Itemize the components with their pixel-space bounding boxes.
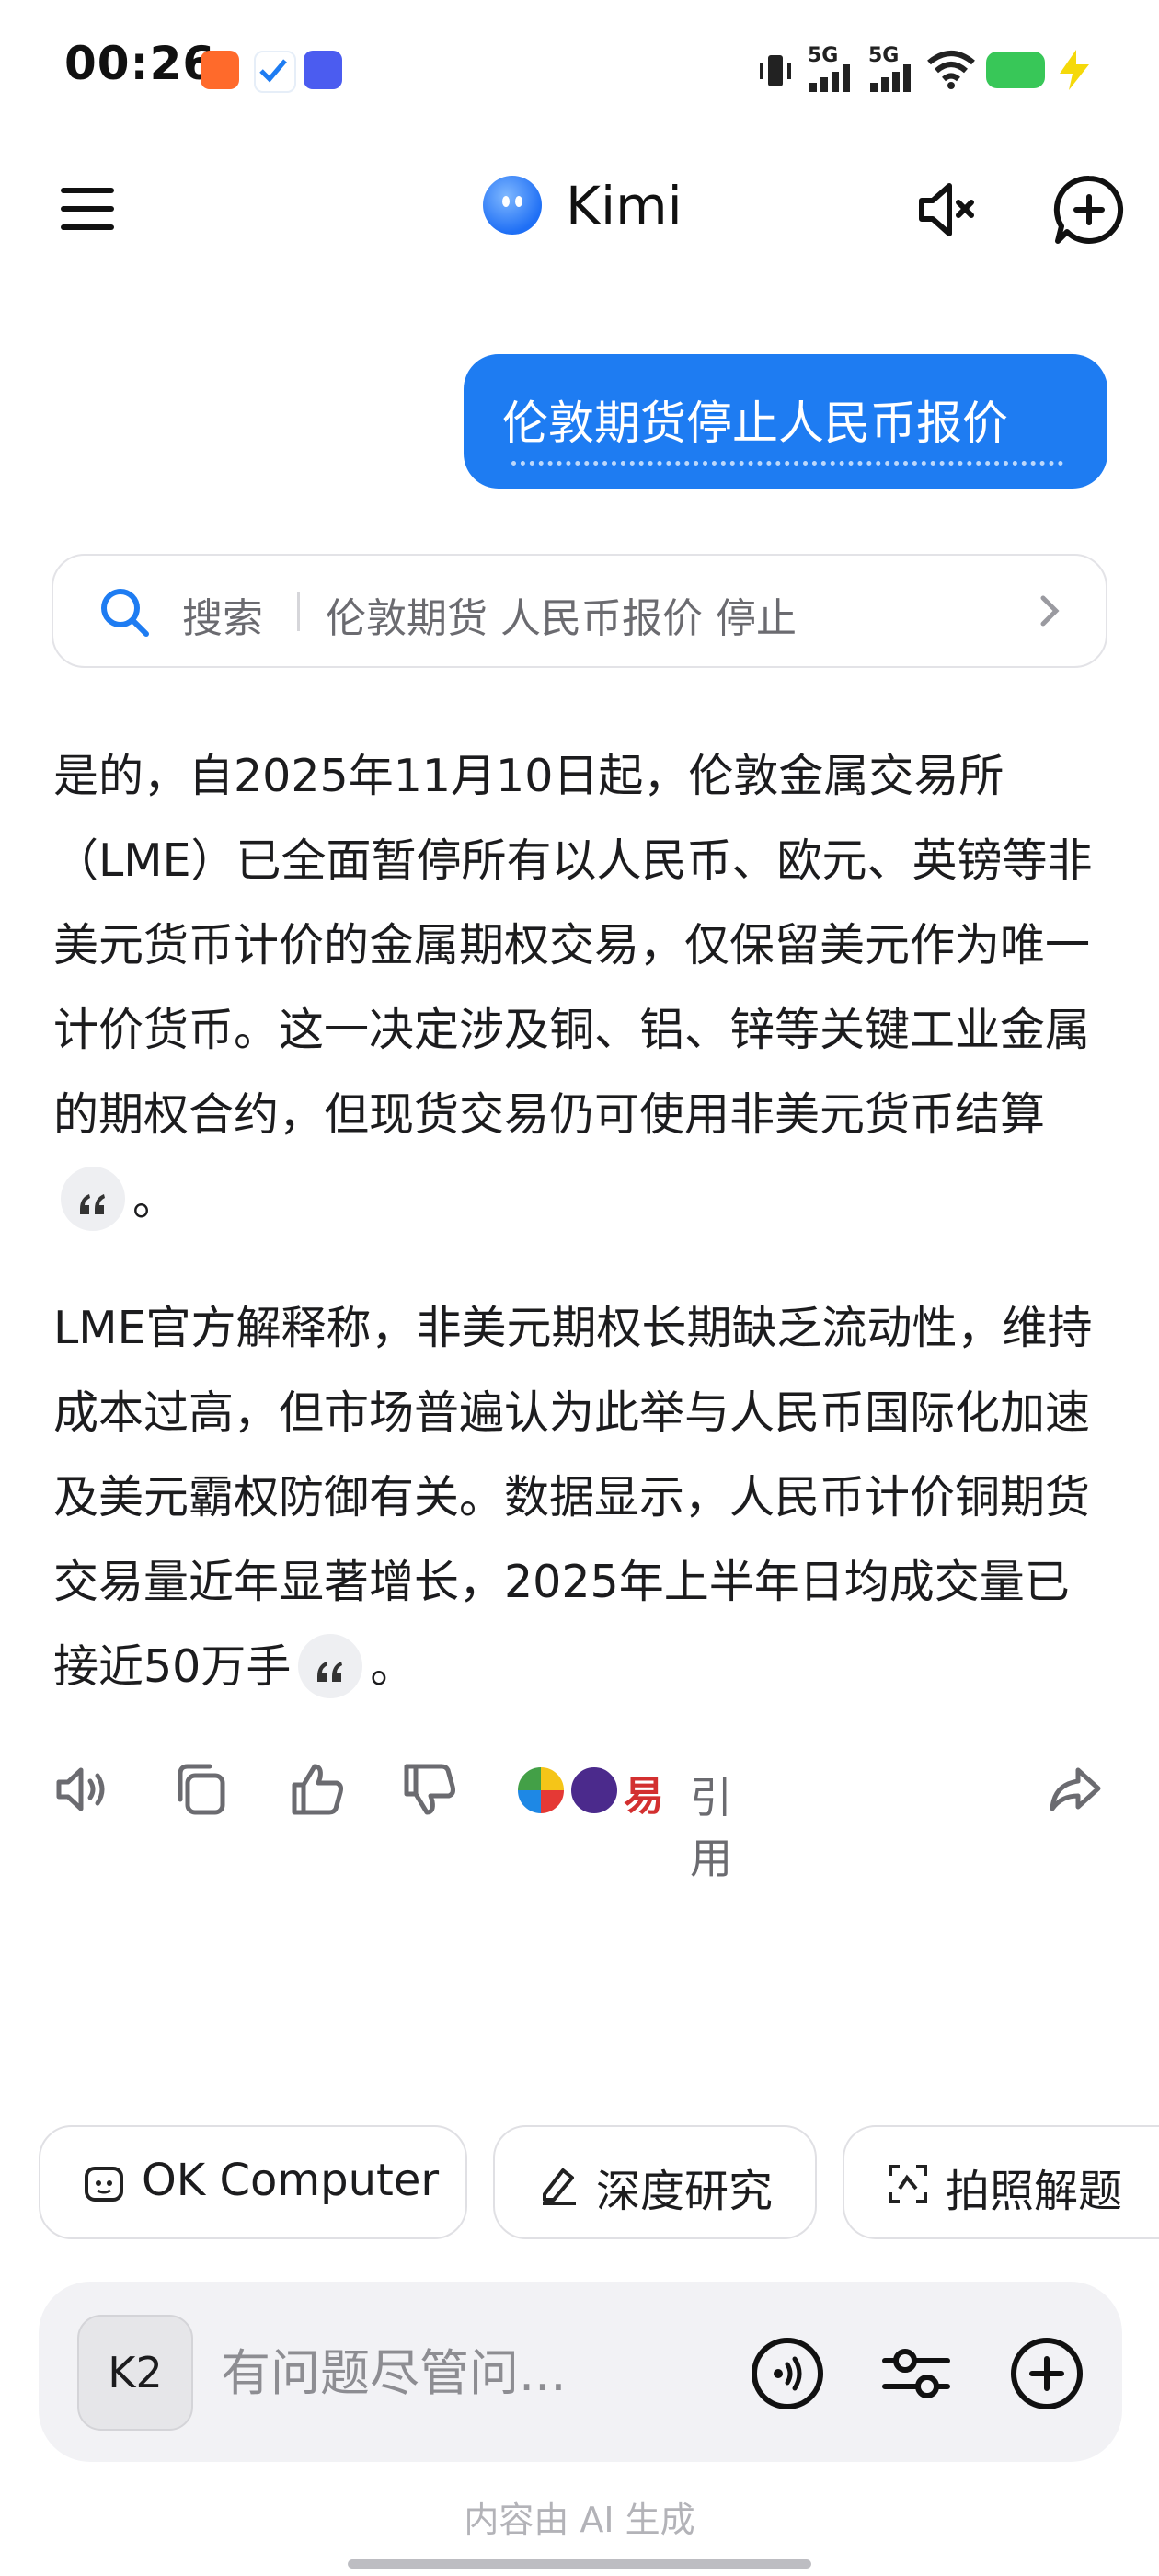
status-bar: 00:26 5G 5G bbox=[0, 0, 1159, 138]
chevron-right-icon bbox=[1028, 591, 1069, 631]
citation-quote-icon[interactable] bbox=[61, 1166, 125, 1231]
charging-icon bbox=[1052, 48, 1096, 92]
answer-paragraph-1: 是的，自2025年11月10日起，伦敦金属交易所（LME）已全面暂停所有以人民币… bbox=[53, 734, 1111, 1242]
check-notification-icon bbox=[254, 51, 296, 93]
robot-face-icon bbox=[81, 2161, 127, 2207]
copy-icon[interactable] bbox=[169, 1757, 234, 1822]
scan-icon bbox=[885, 2161, 931, 2207]
add-attachment-icon[interactable] bbox=[1008, 2335, 1085, 2412]
user-message-underline bbox=[511, 461, 1063, 466]
app-title: Kimi bbox=[566, 175, 683, 237]
chip-photo-solve[interactable]: 拍照解题 bbox=[843, 2125, 1159, 2239]
vibrate-icon bbox=[756, 52, 795, 90]
chip-label: 深度研究 bbox=[596, 2166, 774, 2217]
source-avatar-3: 易 bbox=[624, 1773, 664, 1820]
chip-label: 拍照解题 bbox=[946, 2166, 1123, 2217]
answer-text-2: LME官方解释称，非美元期权长期缺乏流动性，维持成本过高，但市场普遍认为此举与人… bbox=[53, 1302, 1093, 1693]
answer-paragraph-2: LME官方解释称，非美元期权长期缺乏流动性，维持成本过高，但市场普遍认为此举与人… bbox=[53, 1286, 1111, 1709]
home-indicator[interactable] bbox=[348, 2559, 811, 2569]
share-icon[interactable] bbox=[1043, 1757, 1107, 1822]
status-time: 00:26 bbox=[64, 37, 216, 90]
new-chat-icon[interactable] bbox=[1049, 169, 1130, 250]
kimi-logo-icon bbox=[483, 176, 542, 235]
answer-end-1: 。 bbox=[132, 1173, 178, 1225]
search-summary-chip[interactable]: 搜索 伦敦期货 人民币报价 停止 bbox=[52, 554, 1107, 668]
prompt-input[interactable] bbox=[219, 2326, 664, 2420]
wifi-icon bbox=[925, 48, 977, 90]
signal-icon-1 bbox=[809, 64, 857, 92]
chip-label: OK Computer bbox=[142, 2155, 440, 2206]
citation-label: 引用 bbox=[690, 1773, 732, 1883]
chip-ok-computer[interactable]: OK Computer bbox=[39, 2125, 467, 2239]
vivo-notification-icon bbox=[304, 51, 342, 89]
search-label: 搜索 bbox=[182, 595, 263, 642]
answer-text-1: 是的，自2025年11月10日起，伦敦金属交易所（LME）已全面暂停所有以人民币… bbox=[53, 750, 1093, 1141]
signal-icon-2 bbox=[870, 64, 918, 92]
source-avatar-1 bbox=[515, 1765, 567, 1816]
source-avatar-2 bbox=[568, 1765, 620, 1816]
speaker-muted-icon[interactable] bbox=[911, 171, 988, 248]
model-selector-button[interactable]: K2 bbox=[77, 2315, 193, 2431]
app-notification-icon bbox=[201, 51, 239, 89]
user-message-text: 伦敦期货停止人民币报价 bbox=[502, 397, 1008, 450]
thumbs-down-icon[interactable] bbox=[397, 1757, 462, 1822]
settings-sliders-icon[interactable] bbox=[878, 2335, 955, 2412]
answer-end-2: 。 bbox=[370, 1640, 416, 1693]
search-icon bbox=[96, 583, 155, 642]
ai-disclaimer: 内容由 AI 生成 bbox=[464, 2500, 695, 2540]
research-pen-icon bbox=[535, 2161, 581, 2207]
thumbs-up-icon[interactable] bbox=[285, 1757, 350, 1822]
user-message-bubble[interactable]: 伦敦期货停止人民币报价 bbox=[464, 354, 1107, 489]
input-bar: K2 bbox=[39, 2282, 1122, 2462]
chip-deep-research[interactable]: 深度研究 bbox=[493, 2125, 817, 2239]
battery-icon bbox=[986, 52, 1045, 88]
read-aloud-icon[interactable] bbox=[52, 1757, 116, 1822]
citation-quote-icon[interactable] bbox=[298, 1633, 363, 1698]
menu-icon[interactable] bbox=[53, 175, 121, 243]
search-query: 伦敦期货 人民币报价 停止 bbox=[326, 595, 797, 642]
search-divider bbox=[297, 592, 300, 631]
voice-input-icon[interactable] bbox=[749, 2335, 826, 2412]
